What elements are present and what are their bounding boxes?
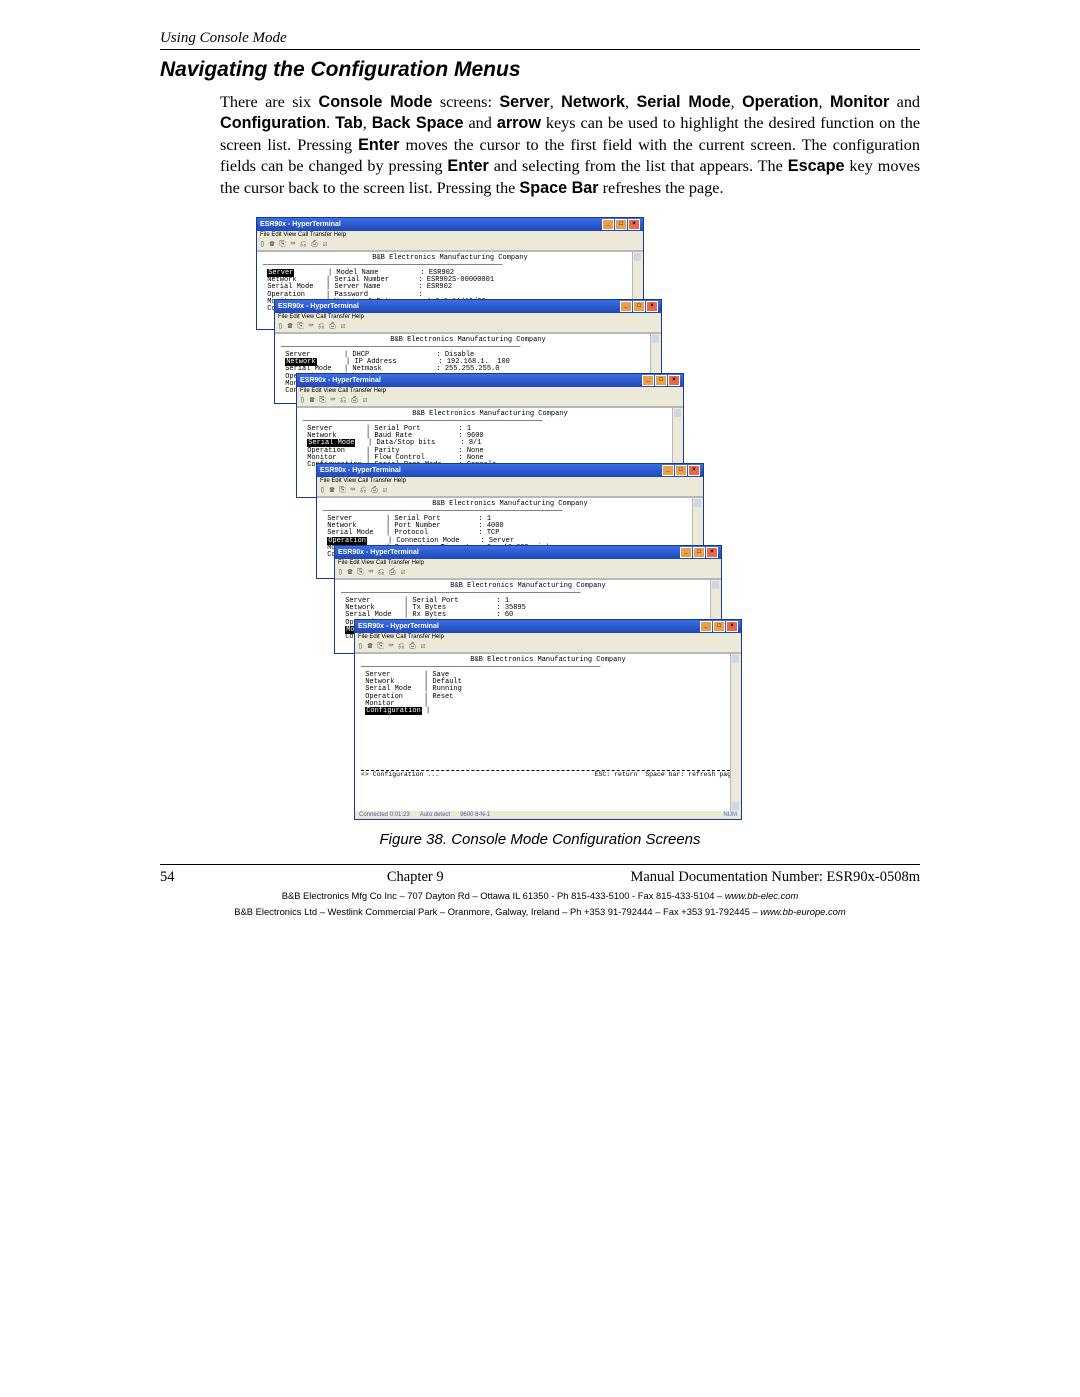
window-titlebar: ESR90x - HyperTerminal _□×: [317, 464, 703, 477]
figure-stack: ESR90x - HyperTerminal_□×File Edit View …: [256, 217, 812, 817]
close-icon[interactable]: ×: [706, 547, 718, 558]
window-title: ESR90x - HyperTerminal: [300, 377, 381, 384]
running-head: Using Console Mode: [160, 30, 920, 50]
menu-item-selected[interactable]: Server: [267, 269, 294, 277]
window-menubar[interactable]: File Edit View Call Transfer Help: [355, 633, 741, 641]
menu-item-selected[interactable]: Configuration: [365, 707, 422, 715]
body-paragraph: There are six Console Mode screens: Serv…: [220, 92, 920, 199]
terminal-body: B&B Electronics Manufacturing Company———…: [355, 653, 741, 811]
terminal-window-6: ESR90x - HyperTerminal _□×File Edit View …: [354, 619, 742, 820]
company-header: B&B Electronics Manufacturing Company: [341, 583, 715, 590]
window-title: ESR90x - HyperTerminal: [338, 549, 419, 556]
window-buttons: _□×: [661, 465, 700, 476]
minimize-icon[interactable]: _: [700, 621, 712, 632]
minimize-icon[interactable]: _: [642, 375, 654, 386]
page-number: 54: [160, 869, 200, 886]
window-toolbar[interactable]: ▯ ☎ ⎘ ⌨ ⎌ ⎙ ☑: [275, 321, 661, 333]
window-menubar[interactable]: File Edit View Call Transfer Help: [335, 559, 721, 567]
minimize-icon[interactable]: _: [680, 547, 692, 558]
menu-item-selected[interactable]: Serial Mode: [307, 439, 355, 447]
window-menubar[interactable]: File Edit View Call Transfer Help: [297, 387, 683, 395]
minimize-icon[interactable]: _: [602, 219, 614, 230]
window-buttons: _□×: [641, 375, 680, 386]
maximize-icon[interactable]: □: [655, 375, 667, 386]
window-titlebar: ESR90x - HyperTerminal _□×: [275, 300, 661, 313]
window-buttons: _□×: [619, 301, 658, 312]
window-title: ESR90x - HyperTerminal: [358, 623, 439, 630]
window-menubar[interactable]: File Edit View Call Transfer Help: [257, 231, 643, 239]
window-menubar[interactable]: File Edit View Call Transfer Help: [275, 313, 661, 321]
menu-item-selected[interactable]: Operation: [327, 537, 367, 545]
company-header: B&B Electronics Manufacturing Company: [281, 337, 655, 344]
company-header: B&B Electronics Manufacturing Company: [303, 411, 677, 418]
window-toolbar[interactable]: ▯ ☎ ⎘ ⌨ ⎌ ⎙ ☑: [297, 395, 683, 407]
footer-address-1: B&B Electronics Mfg Co Inc – 707 Dayton …: [160, 889, 920, 902]
section-title: Navigating the Configuration Menus: [160, 58, 920, 82]
close-icon[interactable]: ×: [726, 621, 738, 632]
minimize-icon[interactable]: _: [620, 301, 632, 312]
menu-item-selected[interactable]: Network: [285, 358, 316, 366]
window-titlebar: ESR90x - HyperTerminal _□×: [355, 620, 741, 633]
window-statusbar: Connected 0:01:23Auto detect9600 8-N-1NU…: [355, 811, 741, 819]
maximize-icon[interactable]: □: [615, 219, 627, 230]
close-icon[interactable]: ×: [668, 375, 680, 386]
close-icon[interactable]: ×: [646, 301, 658, 312]
window-buttons: _□×: [699, 621, 738, 632]
window-toolbar[interactable]: ▯ ☎ ⎘ ⌨ ⎌ ⎙ ☑: [355, 641, 741, 653]
close-icon[interactable]: ×: [628, 219, 640, 230]
window-buttons: _□×: [679, 547, 718, 558]
doc-number: Manual Documentation Number: ESR90x-0508…: [630, 869, 920, 886]
close-icon[interactable]: ×: [688, 465, 700, 476]
maximize-icon[interactable]: □: [675, 465, 687, 476]
company-header: B&B Electronics Manufacturing Company: [263, 255, 637, 262]
window-menubar[interactable]: File Edit View Call Transfer Help: [317, 477, 703, 485]
company-header: B&B Electronics Manufacturing Company: [361, 657, 735, 664]
window-titlebar: ESR90x - HyperTerminal _□×: [257, 218, 643, 231]
maximize-icon[interactable]: □: [633, 301, 645, 312]
maximize-icon[interactable]: □: [713, 621, 725, 632]
window-toolbar[interactable]: ▯ ☎ ⎘ ⌨ ⎌ ⎙ ☑: [335, 567, 721, 579]
scrollbar[interactable]: [730, 654, 741, 811]
window-titlebar: ESR90x - HyperTerminal _□×: [297, 374, 683, 387]
window-title: ESR90x - HyperTerminal: [278, 303, 359, 310]
window-title: ESR90x - HyperTerminal: [320, 467, 401, 474]
window-title: ESR90x - HyperTerminal: [260, 221, 341, 228]
company-header: B&B Electronics Manufacturing Company: [323, 501, 697, 508]
window-buttons: _□×: [601, 219, 640, 230]
chapter-label: Chapter 9: [200, 869, 630, 886]
footer-address-2: B&B Electronics Ltd – Westlink Commercia…: [160, 905, 920, 918]
window-toolbar[interactable]: ▯ ☎ ⎘ ⌨ ⎌ ⎙ ☑: [257, 239, 643, 251]
window-titlebar: ESR90x - HyperTerminal _□×: [335, 546, 721, 559]
maximize-icon[interactable]: □: [693, 547, 705, 558]
figure-caption: Figure 38. Console Mode Configuration Sc…: [160, 831, 920, 848]
terminal-footer-hint: <> Configuration ...ESC: return Space ba…: [361, 770, 735, 779]
minimize-icon[interactable]: _: [662, 465, 674, 476]
footer-rule: [160, 864, 920, 865]
window-toolbar[interactable]: ▯ ☎ ⎘ ⌨ ⎌ ⎙ ☑: [317, 485, 703, 497]
footer-line: 54 Chapter 9 Manual Documentation Number…: [160, 869, 920, 886]
